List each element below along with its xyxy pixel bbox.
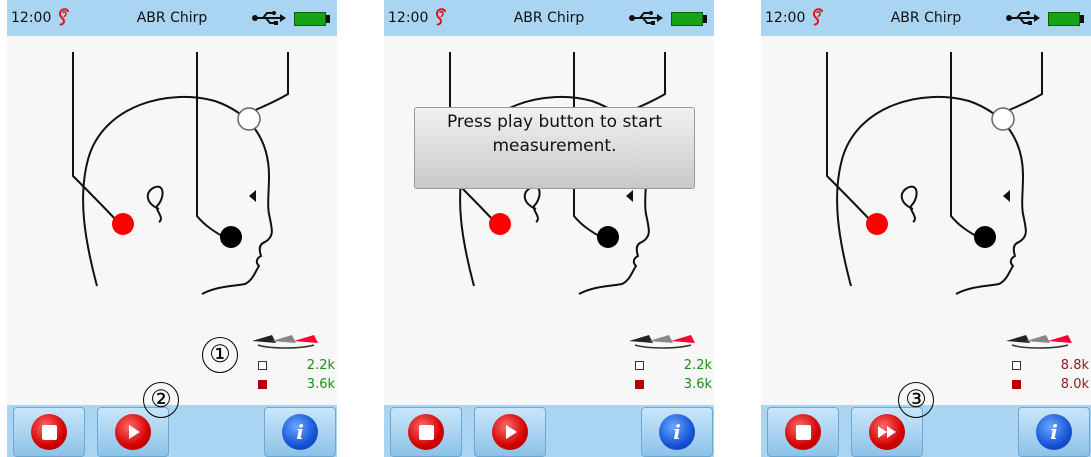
impedance-row-white: 8.8k bbox=[1012, 358, 1090, 374]
fast-forward-icon bbox=[869, 414, 905, 450]
impedance-row-white: 2.2k bbox=[635, 358, 713, 374]
battery-icon bbox=[1048, 12, 1080, 26]
play-icon bbox=[492, 414, 528, 450]
device-screen-2: 12:00 ABR Chirp Press play button to sta… bbox=[384, 0, 714, 457]
electrode-red bbox=[489, 213, 511, 235]
app-title: ABR Chirp bbox=[513, 10, 585, 26]
impedance-value: 8.8k bbox=[1060, 358, 1089, 373]
eye-mark bbox=[626, 190, 633, 202]
electrode-cable-icon bbox=[627, 327, 699, 355]
electrode-black bbox=[220, 226, 242, 248]
electrode-cable-icon bbox=[1004, 327, 1076, 355]
red-electrode-swatch bbox=[258, 380, 267, 389]
eye-mark bbox=[249, 190, 256, 202]
callout-3: ③ bbox=[898, 382, 934, 418]
lead-wire-1 bbox=[826, 52, 872, 222]
info-button[interactable]: i bbox=[641, 407, 713, 457]
white-electrode-swatch bbox=[635, 361, 644, 370]
stop-button[interactable] bbox=[13, 407, 85, 457]
stop-button[interactable] bbox=[767, 407, 839, 457]
play-icon bbox=[115, 414, 151, 450]
battery-tip bbox=[1080, 15, 1084, 23]
stop-icon bbox=[785, 414, 821, 450]
ear-outline bbox=[900, 185, 918, 223]
impedance-row-red: 3.6k bbox=[258, 377, 336, 393]
impedance-value: 2.2k bbox=[683, 358, 712, 373]
info-icon: i bbox=[282, 414, 318, 450]
stop-icon bbox=[31, 414, 67, 450]
impedance-row-white: 2.2k bbox=[258, 358, 336, 374]
impedance-row-red: 8.0k bbox=[1012, 377, 1090, 393]
lead-wire-2 bbox=[950, 52, 982, 240]
eye-mark bbox=[1003, 190, 1010, 202]
status-bar: 12:00 ABR Chirp bbox=[384, 0, 714, 36]
head-electrode-diagram bbox=[72, 52, 289, 295]
electrode-red bbox=[866, 213, 888, 235]
impedance-value: 3.6k bbox=[683, 377, 712, 392]
battery-tip bbox=[703, 15, 707, 23]
lead-wire-3 bbox=[1002, 52, 1043, 114]
electrode-white bbox=[991, 107, 1015, 131]
head-electrode-diagram bbox=[826, 52, 1043, 295]
stop-icon bbox=[408, 414, 444, 450]
red-electrode-swatch bbox=[1012, 380, 1021, 389]
electrode-black bbox=[597, 226, 619, 248]
lead-wire-3 bbox=[248, 52, 289, 114]
app-title: ABR Chirp bbox=[890, 10, 962, 26]
play-button[interactable] bbox=[474, 407, 546, 457]
white-electrode-swatch bbox=[1012, 361, 1021, 370]
info-icon: i bbox=[659, 414, 695, 450]
ear-outline bbox=[146, 185, 164, 223]
battery-tip bbox=[326, 15, 330, 23]
status-bar: 12:00 ABR Chirp bbox=[761, 0, 1091, 36]
app-title: ABR Chirp bbox=[136, 10, 208, 26]
lead-wire-3 bbox=[625, 52, 666, 114]
info-button[interactable]: i bbox=[264, 407, 336, 457]
white-electrode-swatch bbox=[258, 361, 267, 370]
impedance-value: 3.6k bbox=[306, 377, 335, 392]
impedance-value: 8.0k bbox=[1060, 377, 1089, 392]
start-measurement-dialog[interactable]: Press play button to start measurement. bbox=[414, 107, 695, 189]
callout-2: ② bbox=[143, 382, 179, 418]
battery-icon bbox=[671, 12, 703, 26]
status-bar: 12:00 ABR Chirp bbox=[7, 0, 337, 36]
info-button[interactable]: i bbox=[1018, 407, 1090, 457]
electrode-cable-icon bbox=[250, 327, 322, 355]
info-icon: i bbox=[1036, 414, 1072, 450]
electrode-red bbox=[112, 213, 134, 235]
lead-wire-2 bbox=[196, 52, 228, 240]
usb-icon bbox=[251, 10, 287, 30]
stop-button[interactable] bbox=[390, 407, 462, 457]
bottom-toolbar: i bbox=[384, 405, 714, 457]
impedance-value: 2.2k bbox=[306, 358, 335, 373]
impedance-row-red: 3.6k bbox=[635, 377, 713, 393]
callout-1: ① bbox=[202, 337, 238, 373]
usb-icon bbox=[628, 10, 664, 30]
lead-wire-1 bbox=[72, 52, 118, 222]
electrode-black bbox=[974, 226, 996, 248]
ear-outline bbox=[523, 185, 541, 223]
battery-icon bbox=[294, 12, 326, 26]
red-electrode-swatch bbox=[635, 380, 644, 389]
electrode-white bbox=[237, 107, 261, 131]
usb-icon bbox=[1005, 10, 1041, 30]
